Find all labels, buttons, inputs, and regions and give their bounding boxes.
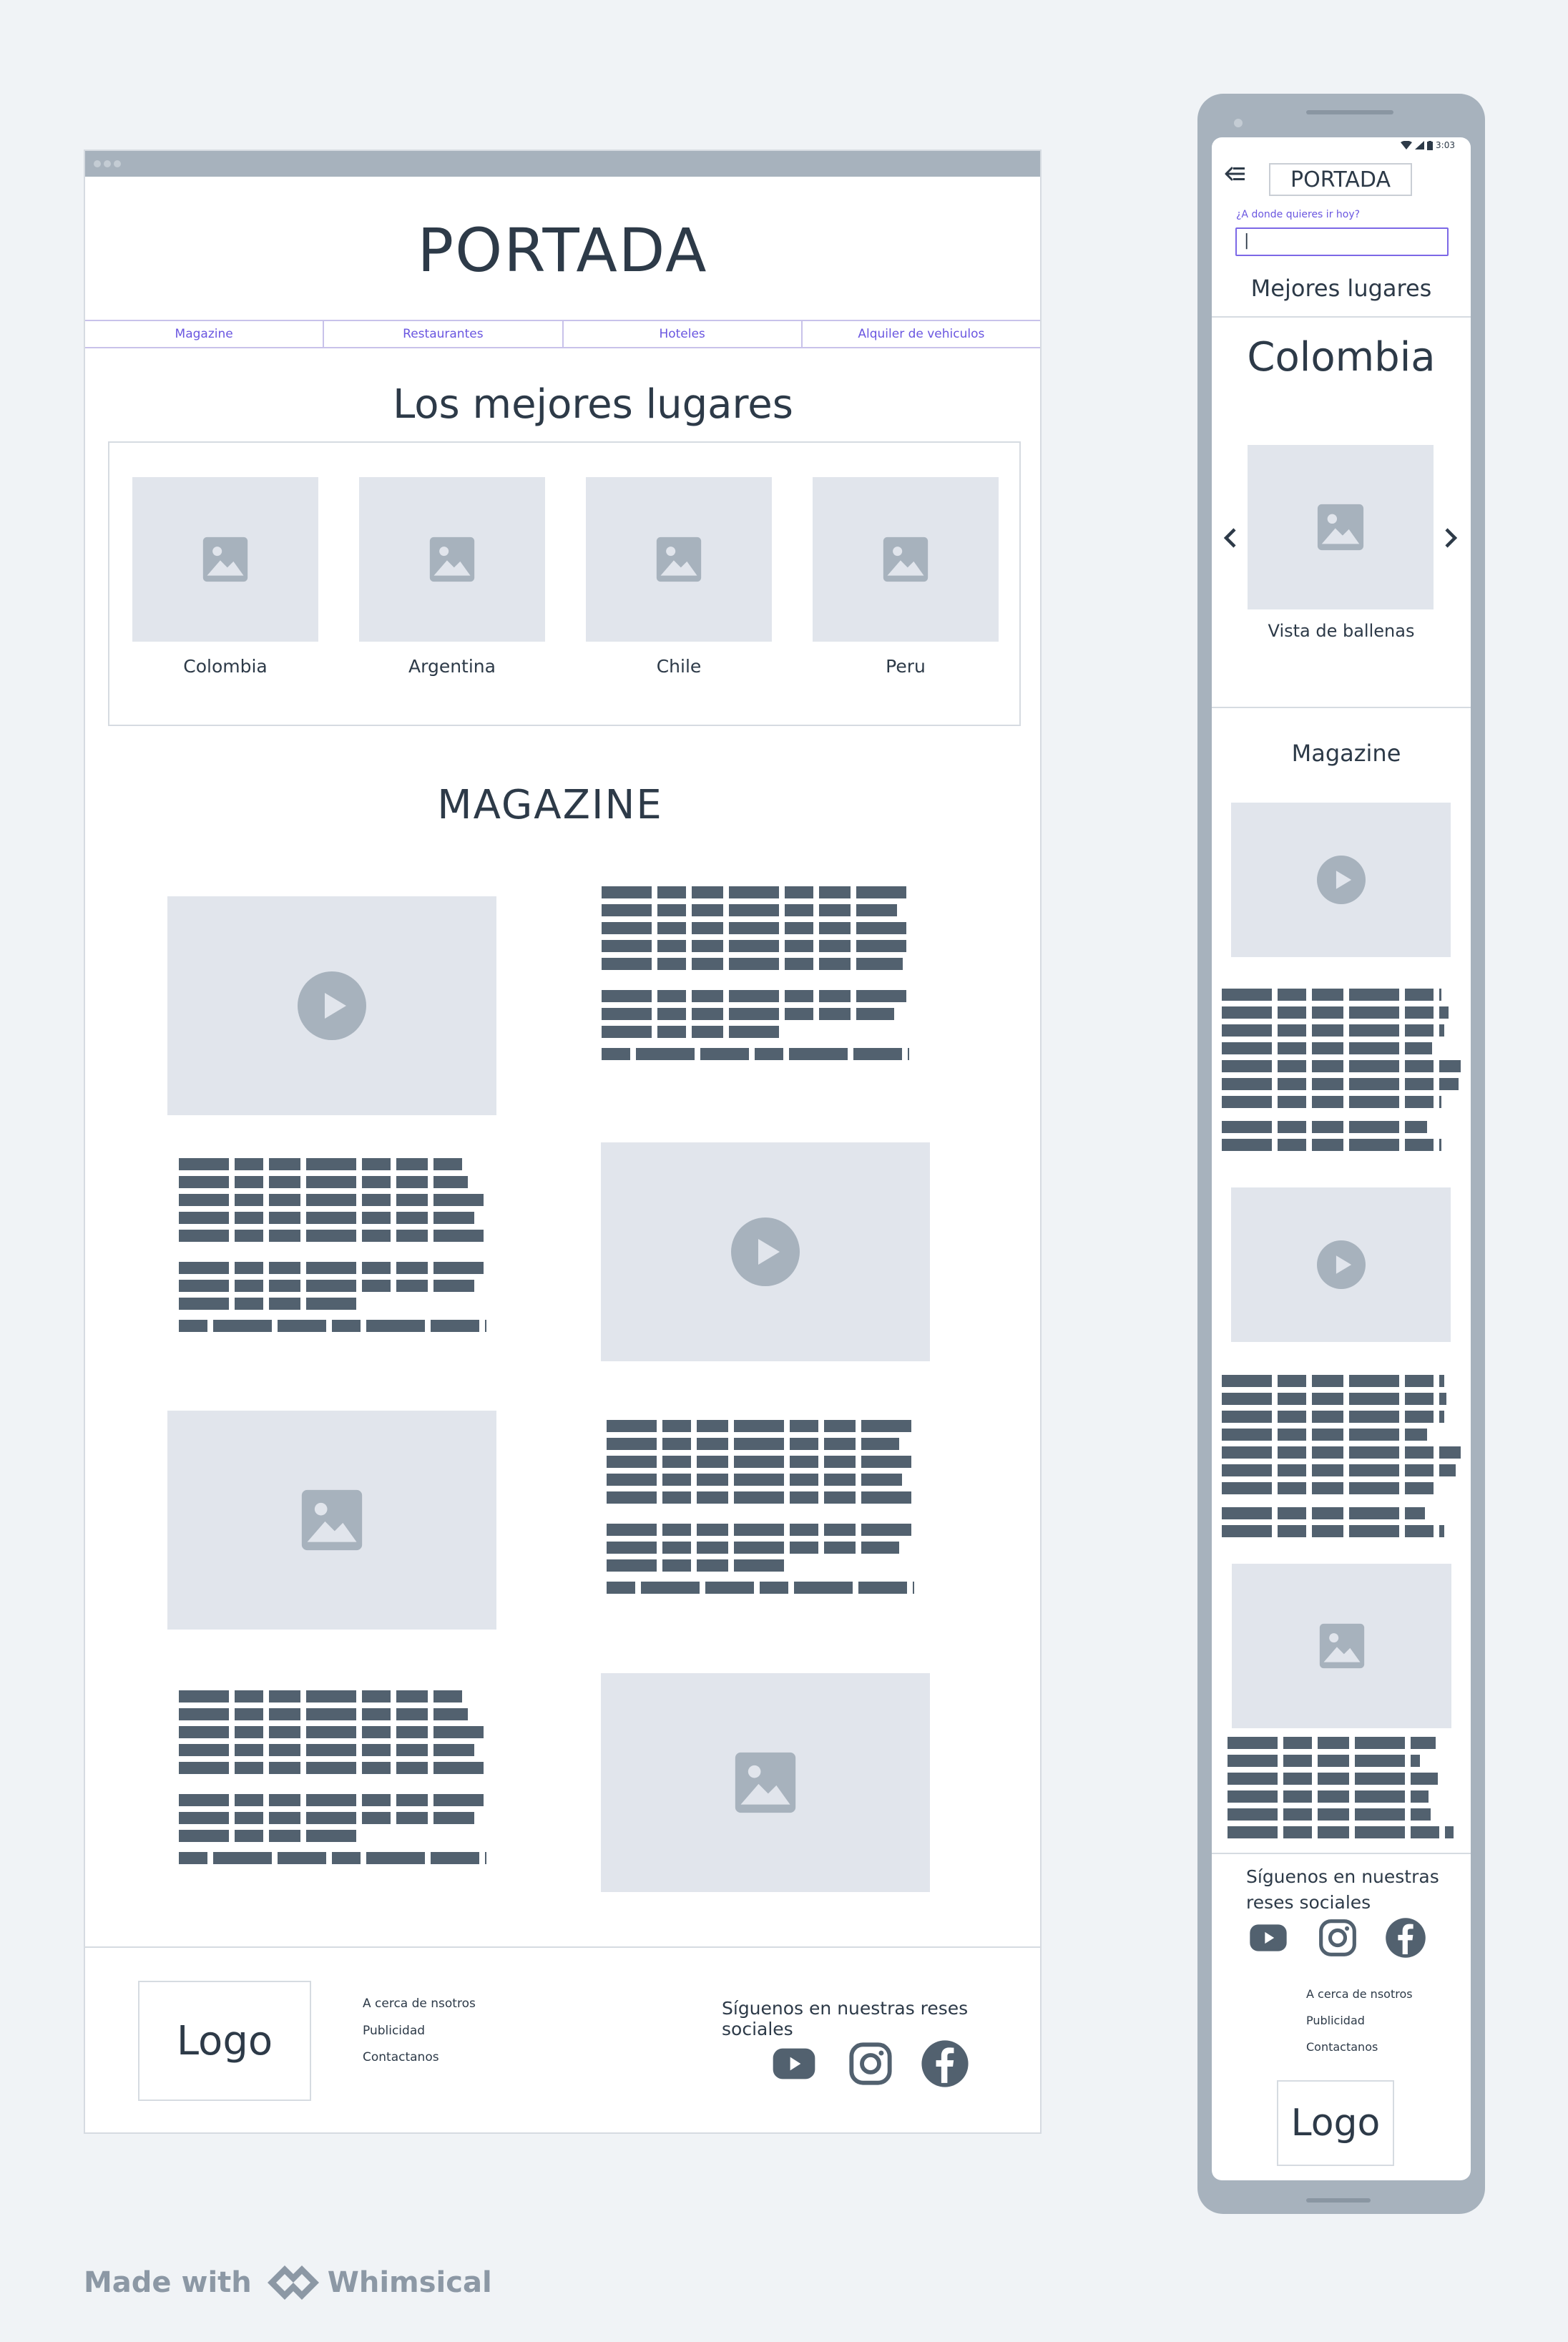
wifi-icon xyxy=(1401,141,1413,150)
desktop-wireframe: PORTADA Magazine Restaurantes Hoteles Al… xyxy=(84,150,1042,2134)
chevron-left-icon[interactable] xyxy=(1222,526,1239,549)
youtube-icon[interactable] xyxy=(1246,1918,1290,1958)
nav-item-restaurantes[interactable]: Restaurantes xyxy=(324,321,564,347)
social-heading: Síguenos en nuestras reses sociales xyxy=(722,1998,969,2039)
home-indicator xyxy=(1306,2198,1371,2203)
page-title: PORTADA xyxy=(417,215,708,285)
image-icon xyxy=(1317,504,1364,551)
play-icon[interactable] xyxy=(731,1217,800,1286)
image-icon xyxy=(656,536,702,582)
image-placeholder xyxy=(1248,445,1434,609)
nav-item-magazine[interactable]: Magazine xyxy=(85,321,325,347)
carousel-caption: Vista de ballenas xyxy=(1268,621,1415,641)
article-text-block xyxy=(602,886,909,1060)
browser-title-bar xyxy=(85,151,1040,177)
mobile-screen: 3:03 PORTADA ¿A donde quieres ir hoy? | … xyxy=(1212,137,1471,2180)
image-placeholder xyxy=(132,477,318,642)
article-text-block xyxy=(179,1690,486,1864)
place-card-chile[interactable]: Chile xyxy=(586,477,772,677)
mobile-social-heading: Síguenos en nuestras reses sociales xyxy=(1246,1866,1439,1913)
mobile-link-advertising[interactable]: Publicidad xyxy=(1306,2014,1365,2027)
magazine-heading: MAGAZINE xyxy=(437,782,663,828)
footer-link-advertising[interactable]: Publicidad xyxy=(363,2024,425,2038)
places-gallery: Colombia Argentina Chile Peru xyxy=(108,441,1021,726)
place-card-peru[interactable]: Peru xyxy=(813,477,999,677)
instagram-icon[interactable] xyxy=(1318,1918,1358,1958)
article-text-block xyxy=(179,1158,486,1332)
places-heading: Los mejores lugares xyxy=(393,381,793,428)
image-placeholder xyxy=(1232,1564,1451,1728)
image-icon xyxy=(202,536,248,582)
facebook-icon[interactable] xyxy=(921,2039,969,2088)
footer-logo[interactable]: Logo xyxy=(138,1981,311,2101)
whimsical-watermark[interactable]: Made with Whimsical xyxy=(84,2263,492,2303)
divider xyxy=(1212,707,1471,708)
made-with-text: Made with xyxy=(84,2266,252,2299)
footer-link-about[interactable]: A cerca de nsotros xyxy=(363,1996,476,2011)
window-dot xyxy=(104,160,111,167)
mobile-title: PORTADA xyxy=(1269,163,1412,196)
image-icon xyxy=(429,536,475,582)
window-dot xyxy=(114,160,121,167)
back-menu-icon[interactable] xyxy=(1225,165,1246,183)
image-icon xyxy=(1319,1623,1364,1669)
carousel-country: Colombia xyxy=(1247,334,1436,381)
article-text-block xyxy=(1228,1737,1454,1844)
phone-camera xyxy=(1234,119,1243,127)
image-placeholder xyxy=(601,1673,930,1892)
article-text-block xyxy=(1222,1375,1461,1543)
main-nav: Magazine Restaurantes Hoteles Alquiler d… xyxy=(85,320,1040,348)
place-label: Peru xyxy=(886,656,926,677)
image-icon xyxy=(735,1752,796,1813)
footer: Logo A cerca de nsotros Publicidad Conta… xyxy=(85,1946,1040,2135)
mobile-link-contact[interactable]: Contactanos xyxy=(1306,2040,1378,2054)
image-placeholder xyxy=(359,477,545,642)
image-placeholder xyxy=(167,1411,496,1630)
facebook-icon[interactable] xyxy=(1385,1917,1426,1959)
image-icon xyxy=(883,536,928,582)
signal-icon xyxy=(1415,141,1425,150)
search-label: ¿A donde quieres ir hoy? xyxy=(1236,209,1361,220)
play-icon[interactable] xyxy=(1316,856,1366,904)
phone-speaker xyxy=(1306,110,1393,114)
place-card-colombia[interactable]: Colombia xyxy=(132,477,318,677)
video-placeholder[interactable] xyxy=(1231,1187,1451,1342)
status-time: 3:03 xyxy=(1436,140,1455,150)
video-placeholder[interactable] xyxy=(1231,803,1451,957)
place-label: Chile xyxy=(656,656,702,677)
nav-item-hoteles[interactable]: Hoteles xyxy=(564,321,803,347)
image-icon xyxy=(301,1489,363,1551)
video-placeholder[interactable] xyxy=(167,896,496,1115)
divider xyxy=(1212,1853,1471,1854)
footer-link-contact[interactable]: Contactanos xyxy=(363,2050,439,2064)
mobile-social-icons xyxy=(1246,1917,1426,1959)
whimsical-brand-text: Whimsical xyxy=(327,2266,492,2299)
mobile-link-about[interactable]: A cerca de nsotros xyxy=(1306,1987,1413,2001)
status-bar: 3:03 xyxy=(1401,140,1455,150)
chevron-right-icon[interactable] xyxy=(1442,526,1459,549)
instagram-icon[interactable] xyxy=(848,2041,893,2087)
place-label: Colombia xyxy=(183,656,268,677)
place-label: Argentina xyxy=(408,656,496,677)
mobile-footer-logo[interactable]: Logo xyxy=(1277,2080,1394,2166)
play-icon[interactable] xyxy=(298,971,366,1040)
battery-icon xyxy=(1427,140,1434,150)
divider xyxy=(1212,316,1471,318)
image-placeholder xyxy=(586,477,772,642)
article-text-block xyxy=(1222,989,1461,1157)
nav-item-alquiler[interactable]: Alquiler de vehiculos xyxy=(803,321,1040,347)
whimsical-logo-icon xyxy=(267,2265,319,2300)
window-dot xyxy=(94,160,101,167)
social-icons xyxy=(768,2039,969,2088)
place-card-argentina[interactable]: Argentina xyxy=(359,477,545,677)
video-placeholder[interactable] xyxy=(601,1142,930,1361)
best-places-heading: Mejores lugares xyxy=(1250,275,1432,302)
youtube-icon[interactable] xyxy=(768,2041,820,2087)
article-text-block xyxy=(607,1420,914,1594)
search-input[interactable]: | xyxy=(1235,227,1449,256)
mobile-magazine-heading: Magazine xyxy=(1291,740,1401,767)
image-placeholder xyxy=(813,477,999,642)
play-icon[interactable] xyxy=(1316,1240,1366,1289)
